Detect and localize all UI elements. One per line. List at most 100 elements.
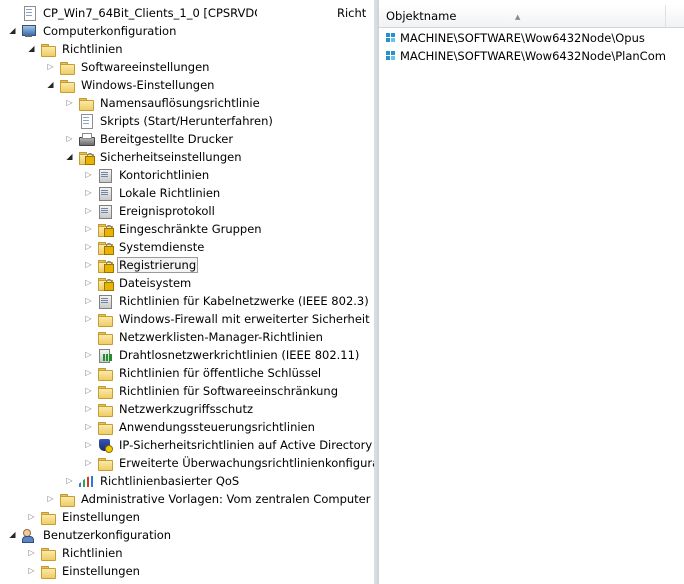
expanded-arrow-icon[interactable]: ◢ <box>64 148 75 166</box>
tree-item-label: Drahtlosnetzwerkrichtlinien (IEEE 802.11… <box>119 348 360 362</box>
folder-icon <box>40 510 56 525</box>
policy-icon <box>97 294 113 309</box>
collapsed-arrow-icon[interactable]: ▷ <box>83 310 94 328</box>
tree-item-label: Erweiterte Überwachungsrichtlinienkonfig… <box>119 456 374 470</box>
tree-drucker[interactable]: ▷ Bereitgestellte Drucker <box>64 130 235 148</box>
collapsed-arrow-icon[interactable]: ▷ <box>83 274 94 292</box>
tree-kontorichtlinien[interactable]: ▷ Kontorichtlinien <box>83 166 211 184</box>
collapsed-arrow-icon[interactable]: ▷ <box>26 562 37 580</box>
collapsed-arrow-icon[interactable]: ▷ <box>83 364 94 382</box>
tree-item-label: Richtlinien für Softwareeinschränkung <box>119 384 339 398</box>
tree-netzwerklisten[interactable]: Netzwerklisten-Manager-Richtlinien <box>83 328 325 346</box>
collapsed-arrow-icon[interactable]: ▷ <box>64 130 75 148</box>
collapsed-arrow-icon[interactable]: ▷ <box>83 418 94 436</box>
printer-icon <box>78 132 95 146</box>
tree-item-label: Einstellungen <box>62 510 140 524</box>
tree-drahtlos[interactable]: ▷ Drahtlosnetzwerkrichtlinien (IEEE 802.1… <box>83 346 361 364</box>
list-item[interactable]: MACHINE\SOFTWARE\Wow6432Node\Opus <box>382 29 645 47</box>
registry-key-icon <box>386 51 396 61</box>
expanded-arrow-icon[interactable]: ◢ <box>26 40 37 58</box>
folder-icon <box>97 384 113 399</box>
tree-qos[interactable]: ▷ Richtlinienbasierter QoS <box>64 472 241 490</box>
collapsed-arrow-icon[interactable]: ▷ <box>83 256 94 274</box>
column-header-objektname[interactable]: Objektname ▲ <box>379 5 666 27</box>
tree-kabelnetzwerke[interactable]: ▷ Richtlinien für Kabelnetzwerke (IEEE 80… <box>83 292 371 310</box>
tree-ip-sicherheit[interactable]: ▷ IP-Sicherheitsrichtlinien auf Active Di… <box>83 436 374 454</box>
tree-einstellungen-benutzer[interactable]: ▷ Einstellungen <box>26 562 142 580</box>
tree-netzwerkzugriffsschutz[interactable]: ▷ Netzwerkzugriffsschutz <box>83 400 255 418</box>
tree-item-label: Ereignisprotokoll <box>119 204 215 218</box>
collapsed-arrow-icon[interactable]: ▷ <box>83 436 94 454</box>
folder-icon <box>59 60 75 75</box>
collapsed-arrow-icon[interactable]: ▷ <box>83 202 94 220</box>
tree-registrierung[interactable]: ▷ Registrierung <box>83 256 199 274</box>
collapsed-arrow-icon[interactable]: ▷ <box>26 508 37 526</box>
tree-anwendungssteuerung[interactable]: ▷ Anwendungssteuerungsrichtlinien <box>83 418 317 436</box>
collapsed-arrow-icon[interactable]: ▷ <box>83 292 94 310</box>
tree-einstellungen-computer[interactable]: ▷ Einstellungen <box>26 508 142 526</box>
collapsed-arrow-icon[interactable]: ▷ <box>83 382 94 400</box>
tree-windows-einstellungen[interactable]: ◢ Windows-Einstellungen <box>45 76 216 94</box>
tree-richtlinien-benutzer[interactable]: ▷ Richtlinien <box>26 544 125 562</box>
collapsed-arrow-icon[interactable]: ▷ <box>83 454 94 472</box>
folder-icon <box>59 78 75 93</box>
tree-sicherheitseinstellungen[interactable]: ◢ Sicherheitseinstellungen <box>64 148 244 166</box>
tree-item-label: Dateisystem <box>119 276 192 290</box>
shield-icon <box>97 438 113 453</box>
tree-item-label: Windows-Einstellungen <box>81 78 215 92</box>
list-item-label: MACHINE\SOFTWARE\Wow6432Node\PlanCom <box>400 49 666 63</box>
tree-eingeschraenkte-gruppen[interactable]: ▷ Eingeschränkte Gruppen <box>83 220 264 238</box>
tree-item-label: Eingeschränkte Gruppen <box>119 222 262 236</box>
chart-bars-icon <box>78 474 94 488</box>
collapsed-arrow-icon[interactable]: ▷ <box>26 544 37 562</box>
tree-administrative-vorlagen[interactable]: ▷ Administrative Vorlagen: Vom zentralen … <box>45 490 374 508</box>
expanded-arrow-icon[interactable]: ◢ <box>7 22 18 40</box>
collapsed-arrow-icon[interactable]: ▷ <box>64 472 75 490</box>
tree-item-label-suffix: Richt <box>337 6 367 20</box>
tree-firewall[interactable]: ▷ Windows-Firewall mit erweiterter Sicher… <box>83 310 372 328</box>
tree-erweiterte-ueberwachung[interactable]: ▷ Erweiterte Überwachungsrichtlinienkonfi… <box>83 454 374 472</box>
sort-ascending-icon: ▲ <box>515 13 521 21</box>
collapsed-arrow-icon[interactable]: ▷ <box>45 58 56 76</box>
expanded-arrow-icon[interactable]: ◢ <box>45 76 56 94</box>
collapsed-arrow-icon[interactable]: ▷ <box>83 184 94 202</box>
tree-item-label: Bereitgestellte Drucker <box>100 132 234 146</box>
document-icon <box>21 6 37 21</box>
locked-folder-icon <box>97 276 114 291</box>
tree-item-label: Richtlinienbasierter QoS <box>100 474 240 488</box>
expanded-arrow-icon[interactable]: ◢ <box>7 526 18 544</box>
collapsed-arrow-icon[interactable]: ▷ <box>83 166 94 184</box>
tree-item-label: Computerkonfiguration <box>43 24 177 38</box>
tree-systemdienste[interactable]: ▷ Systemdienste <box>83 238 206 256</box>
tree-skripts[interactable]: Skripts (Start/Herunterfahren) <box>64 112 275 130</box>
tree-dateisystem[interactable]: ▷ Dateisystem <box>83 274 193 292</box>
policy-icon <box>97 204 113 219</box>
collapsed-arrow-icon[interactable]: ▷ <box>45 490 56 508</box>
tree-item-label: Lokale Richtlinien <box>119 186 221 200</box>
collapsed-arrow-icon[interactable]: ▷ <box>64 94 75 112</box>
folder-icon <box>97 366 113 381</box>
tree-ereignisprotokoll[interactable]: ▷ Ereignisprotokoll <box>83 202 217 220</box>
tree-namensaufloesung[interactable]: ▷ Namensauflösungsrichtlinie <box>64 94 262 112</box>
tree-item-label-gap <box>257 4 337 22</box>
lock-icon <box>104 279 114 291</box>
collapsed-arrow-icon[interactable]: ▷ <box>83 346 94 364</box>
tree-root-gpo[interactable]: CP_Win7_64Bit_Clients_1_0 [CPSRVDC01. Ric… <box>7 4 366 22</box>
tree-oeffentliche-schluessel[interactable]: ▷ Richtlinien für öffentliche Schlüssel <box>83 364 323 382</box>
tree-richtlinien[interactable]: ◢ Richtlinien <box>26 40 125 58</box>
locked-folder-icon <box>97 258 114 273</box>
collapsed-arrow-icon[interactable]: ▷ <box>83 220 94 238</box>
tree-benutzer-config[interactable]: ◢ Benutzerkonfiguration <box>7 526 173 544</box>
collapsed-arrow-icon[interactable]: ▷ <box>83 400 94 418</box>
tree-item-label: Kontorichtlinien <box>119 168 210 182</box>
list-item-label: MACHINE\SOFTWARE\Wow6432Node\Opus <box>400 31 645 45</box>
list-item[interactable]: MACHINE\SOFTWARE\Wow6432Node\PlanCom <box>382 47 666 65</box>
lock-icon <box>104 243 114 255</box>
tree-lokale-richtlinien[interactable]: ▷ Lokale Richtlinien <box>83 184 222 202</box>
collapsed-arrow-icon[interactable]: ▷ <box>83 238 94 256</box>
tree-pane[interactable]: CP_Win7_64Bit_Clients_1_0 [CPSRVDC01. Ric… <box>0 0 374 584</box>
tree-softwareeinstellungen[interactable]: ▷ Softwareeinstellungen <box>45 58 211 76</box>
tree-softwareeinschraenkung[interactable]: ▷ Richtlinien für Softwareeinschränkung <box>83 382 340 400</box>
tree-computer-config[interactable]: ◢ Computerkonfiguration <box>7 22 178 40</box>
computer-icon <box>21 24 37 38</box>
